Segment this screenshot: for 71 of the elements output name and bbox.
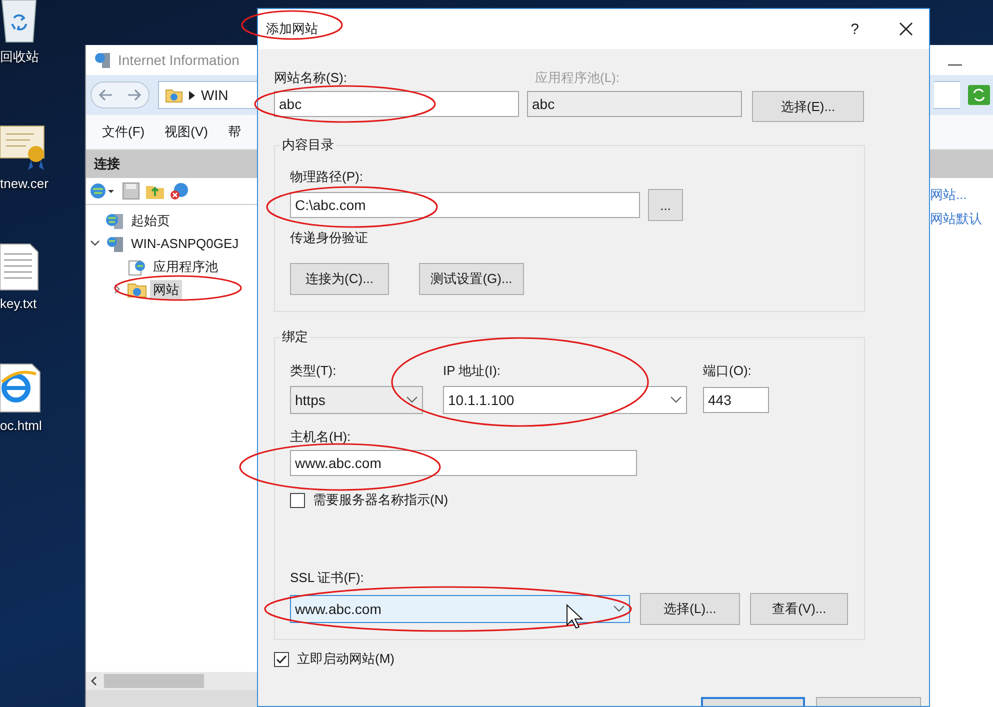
browser-file-icon	[0, 362, 42, 414]
globe-server-icon	[105, 212, 125, 230]
checkmark-icon	[276, 654, 287, 664]
address-text[interactable]: WIN	[201, 87, 228, 103]
select-button[interactable]: 选择(L)...	[640, 593, 740, 625]
select-button[interactable]: 选择(E)...	[752, 91, 864, 122]
cursor-icon	[566, 604, 584, 629]
field-label: 类型(T):	[290, 362, 338, 380]
action-link[interactable]: 网站...	[930, 186, 993, 204]
tree-item[interactable]: WIN-ASNPQ0GEJ	[128, 235, 242, 252]
panel-header	[930, 150, 993, 178]
port-field[interactable]: 443	[703, 387, 769, 413]
field-label: 应用程序池(L):	[535, 69, 620, 87]
connect-as-button[interactable]: 连接为(C)...	[290, 263, 389, 295]
folder-globe-icon	[165, 87, 183, 103]
input-field[interactable]: C:\abc.com	[290, 192, 640, 218]
checkbox[interactable]	[290, 492, 305, 508]
refresh-icon[interactable]	[968, 85, 990, 105]
certificate-dropdown[interactable]: www.abc.com	[290, 595, 630, 623]
input-field[interactable]: abc	[274, 91, 519, 117]
server-icon	[94, 51, 112, 69]
globe-disconnect-icon[interactable]	[170, 182, 190, 200]
menu-item[interactable]: 帮	[228, 123, 241, 141]
view-button[interactable]: 查看(V)...	[750, 593, 848, 625]
menu-item[interactable]: 文件(F)	[102, 123, 145, 141]
field-label: SSL 证书(F):	[290, 569, 364, 587]
checkbox-label: 需要服务器名称指示(N)	[313, 491, 448, 509]
group-title: 绑定	[281, 328, 309, 346]
menu-item[interactable]: 视图(V)	[164, 123, 208, 141]
breadcrumb-arrow-icon	[189, 90, 195, 100]
minimize-icon[interactable]	[948, 63, 962, 67]
scroll-left-icon[interactable]	[90, 676, 98, 686]
help-button[interactable]: ?	[850, 20, 859, 38]
checkbox[interactable]	[274, 652, 289, 666]
input-field[interactable]: www.abc.com	[290, 450, 637, 476]
chevron-icon[interactable]	[112, 284, 122, 294]
server-icon	[105, 234, 125, 252]
desktop-icon-label[interactable]: tnew.cer	[0, 176, 48, 191]
ip-dropdown[interactable]: 10.1.1.100	[443, 386, 687, 414]
ok-button[interactable]	[701, 697, 805, 706]
tree-item[interactable]: 起始页	[128, 210, 173, 230]
text-file-icon	[0, 242, 40, 292]
address-field[interactable]	[934, 81, 960, 109]
test-settings-button[interactable]: 测试设置(G)...	[419, 263, 524, 295]
back-forward-icon[interactable]	[90, 80, 150, 110]
field-label: 网站名称(S):	[274, 69, 348, 87]
field-label: IP 地址(I):	[443, 362, 502, 380]
action-link[interactable]: 网站默认	[930, 210, 993, 228]
checkbox-label: 立即启动网站(M)	[297, 650, 394, 668]
folder-globe-icon	[127, 281, 147, 298]
type-dropdown[interactable]: https	[290, 386, 423, 414]
close-icon[interactable]	[899, 22, 913, 36]
field-label: 端口(O):	[703, 362, 752, 380]
desktop-icon-label[interactable]: oc.html	[0, 418, 42, 433]
chevron-icon[interactable]	[90, 238, 100, 248]
save-icon[interactable]	[122, 182, 140, 200]
group-title: 内容目录	[281, 136, 335, 154]
tree-item[interactable]: 应用程序池	[150, 256, 221, 276]
pool-icon	[127, 258, 147, 276]
desktop-icon-label[interactable]: 回收站	[0, 48, 39, 66]
scroll-thumb[interactable]	[104, 674, 204, 688]
browse-button[interactable]: ...	[648, 189, 683, 221]
field-label: 物理路径(P):	[290, 168, 363, 186]
field-label: 主机名(H):	[290, 428, 351, 446]
panel-title: 连接	[94, 155, 120, 173]
dialog-title: 添加网站	[266, 20, 319, 38]
window-title: Internet Information	[118, 52, 240, 68]
section-label: 传递身份验证	[290, 229, 368, 247]
tree-item[interactable]: 网站	[150, 280, 182, 300]
globe-icon[interactable]	[89, 182, 117, 200]
desktop-icon-label[interactable]: key.txt	[0, 296, 37, 311]
